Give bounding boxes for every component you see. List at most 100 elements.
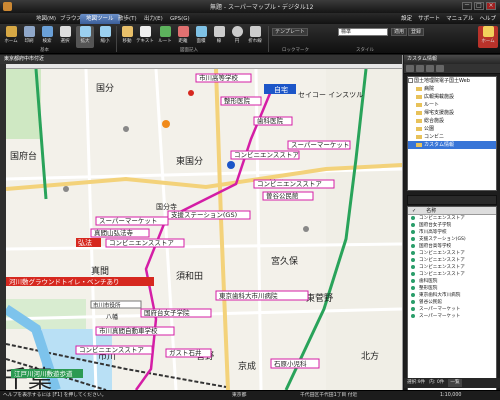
app-icon[interactable] — [3, 2, 12, 11]
inner-count: 内: 0件 — [429, 380, 445, 385]
poi-konbini-1[interactable]: コンビニエンスストア — [234, 150, 299, 159]
poi-gas[interactable]: ガスト石井 — [169, 348, 202, 357]
poi-supermarket-2[interactable]: スーパーマーケット — [99, 217, 157, 225]
list-item[interactable]: スーパーマーケット — [408, 306, 496, 313]
poi-tokyo-dental[interactable]: 東京歯科大市川病院 — [219, 291, 278, 300]
circle-button[interactable]: 円 — [228, 26, 246, 48]
poi-supermarket[interactable]: スーパーマーケット — [291, 141, 349, 149]
list-item[interactable]: 国府台女子学院 — [408, 222, 496, 229]
new-folder-icon[interactable] — [406, 65, 414, 72]
tree-item[interactable]: コンビニ — [408, 133, 496, 141]
folder-icon — [416, 94, 422, 99]
select-button[interactable]: 選択 — [56, 26, 74, 48]
list-item[interactable]: 支援ステーション(GS) — [408, 236, 496, 243]
custom-info-list[interactable]: ✓ 名称 コンビニエンスストア 国府台女子学院 市川高等学校 支援ステーション(G… — [407, 206, 497, 392]
group-label-style: スタイル — [356, 48, 374, 53]
poi-soya-park[interactable]: 曽谷公民館 — [266, 191, 299, 200]
search-button[interactable]: 検索 — [38, 26, 56, 48]
list-item[interactable]: コンビニエンスストア — [408, 264, 496, 271]
poi-yamano[interactable]: 真間山弘法寺 — [94, 228, 134, 237]
home-map-button[interactable]: ホーム — [478, 26, 498, 48]
zoom-out-button[interactable]: 縮小 — [96, 26, 114, 48]
settings-link[interactable]: 設定 — [401, 14, 412, 24]
list-item[interactable]: 市川高等学校 — [408, 229, 496, 236]
list-toolbar — [407, 195, 497, 205]
label-ichikawa-gov: 市川市役所 — [93, 301, 121, 309]
tree-item[interactable]: 広報掲載施設 — [408, 93, 496, 101]
tree-item-selected[interactable]: カスタム情報 — [408, 141, 496, 149]
poi-school[interactable]: 市川高等学校 — [199, 73, 239, 82]
poi-riverside-ground[interactable]: 河川敷グラウンドトイレ・ベンチあり — [9, 277, 120, 286]
poi-konbini-4[interactable]: コンビニエンスストア — [79, 345, 144, 354]
text-tool-button[interactable]: テキスト — [136, 26, 154, 48]
list-item[interactable]: 歯科医院 — [408, 278, 496, 285]
apply-button[interactable]: 適用 — [391, 28, 408, 36]
tree-item[interactable]: 帰宅支援施設 — [408, 109, 496, 117]
list-item[interactable]: コンビニエンスストア — [408, 250, 496, 257]
circle-icon — [231, 26, 243, 37]
home-icon — [5, 26, 17, 37]
tree-item-root[interactable]: 国土地理院電子国土Web — [408, 77, 496, 85]
ribbon-tabs: 地図(M) ブラウズ 地図ツール 散歩(T) 出力(E) GPS(G) 設定 サ… — [0, 13, 500, 24]
manual-link[interactable]: マニュアル — [446, 14, 473, 24]
print-button[interactable]: 印刷 — [20, 26, 38, 48]
poi-hospital[interactable]: 整形医院 — [224, 96, 251, 105]
poi-clinic[interactable]: 石原小児科 — [274, 359, 307, 368]
distance-button[interactable]: 距離 — [174, 26, 192, 48]
label-kokubun: 国分 — [96, 83, 114, 94]
pan-button[interactable]: 移動 — [118, 26, 136, 48]
close-button[interactable]: × — [486, 2, 496, 10]
list-item[interactable]: コンビニエンスストア — [408, 257, 496, 264]
poi-kouhou[interactable]: 弘法 — [78, 238, 92, 247]
panel-footer: 選択:9件 内: 0件 一覧 — [404, 378, 500, 388]
tree-item[interactable]: 公園 — [408, 125, 496, 133]
text-icon — [139, 26, 151, 37]
poi-riverside-walk[interactable]: 江戸川河川敷遊歩道 — [14, 369, 73, 378]
tab-gps[interactable]: GPS(G) — [164, 14, 196, 24]
list-item[interactable]: 整形医院 — [408, 285, 496, 292]
delete-icon[interactable] — [426, 65, 434, 72]
label-kasai: 京成 — [238, 360, 256, 372]
register-button[interactable]: 登録 — [408, 28, 425, 36]
list-item[interactable]: 国府台高等学校 — [408, 243, 496, 250]
map-canvas[interactable]: 国分 国府台 東国分 曽谷 真間 須和田 宮久保 東菅野 市川 菅野 京成 北方… — [6, 69, 403, 390]
list-item[interactable]: コンビニエンスストア — [408, 215, 496, 222]
poi-support-station[interactable]: 支援ステーション(GS) — [171, 210, 237, 219]
pin-marker — [188, 90, 194, 96]
template-button[interactable]: テンプレート — [272, 28, 308, 36]
area-button[interactable]: 面積 — [192, 26, 210, 48]
line-button[interactable]: 線 — [210, 26, 228, 48]
list-button[interactable]: 一覧 — [448, 379, 462, 387]
polyline-button[interactable]: 折れ線 — [246, 26, 264, 48]
map-view[interactable]: 東京都府中市付近 国分 国府台 東国分 真間 須和田 宮久保 東菅野 市川 京成… — [0, 55, 403, 390]
search-icon — [41, 26, 53, 37]
window-title: 無題 - スーパーマップル・デジタル12 — [210, 4, 314, 11]
poi-home[interactable]: 自宅 — [274, 85, 288, 94]
route-button[interactable]: ルート — [156, 26, 174, 48]
edit-icon[interactable] — [416, 65, 424, 72]
hand-icon — [121, 26, 133, 37]
list-item[interactable]: 東京歯科大市川病院 — [408, 292, 496, 299]
style-select[interactable]: 標準 — [338, 28, 388, 36]
list-item[interactable]: コンビニエンスストア — [408, 271, 496, 278]
custom-info-tree[interactable]: 国土地理院電子国土Web 病院 広報掲載施設 ルート 帰宅支援施設 総合施設 公… — [407, 76, 497, 191]
zoom-in-button[interactable]: 拡大 — [76, 26, 94, 48]
status-scale: 1:10,000 — [440, 393, 462, 398]
poi-dental[interactable]: 歯科医院 — [257, 116, 284, 125]
maximize-button[interactable]: □ — [474, 2, 484, 10]
poi-konodai-women[interactable]: 国府台女子学院 — [144, 308, 190, 317]
tree-item[interactable]: ルート — [408, 101, 496, 109]
support-link[interactable]: サポート — [418, 14, 440, 24]
poi-driving-school[interactable]: 市川真間自動車学校 — [99, 326, 158, 335]
list-item[interactable]: 曽谷公民館 — [408, 299, 496, 306]
tree-item[interactable]: 総合施設 — [408, 117, 496, 125]
poi-konbini-2[interactable]: コンビニエンスストア — [257, 179, 322, 188]
poi-konbini-3[interactable]: コンビニエンスストア — [109, 238, 174, 247]
list-item[interactable]: スーパーマーケット — [408, 313, 496, 320]
minimize-button[interactable]: － — [462, 2, 472, 10]
tree-item[interactable]: 病院 — [408, 85, 496, 93]
help-link[interactable]: ヘルプ — [479, 14, 496, 24]
printer-icon — [23, 26, 35, 37]
import-icon[interactable] — [436, 65, 444, 72]
home-button[interactable]: ホーム — [2, 26, 20, 48]
